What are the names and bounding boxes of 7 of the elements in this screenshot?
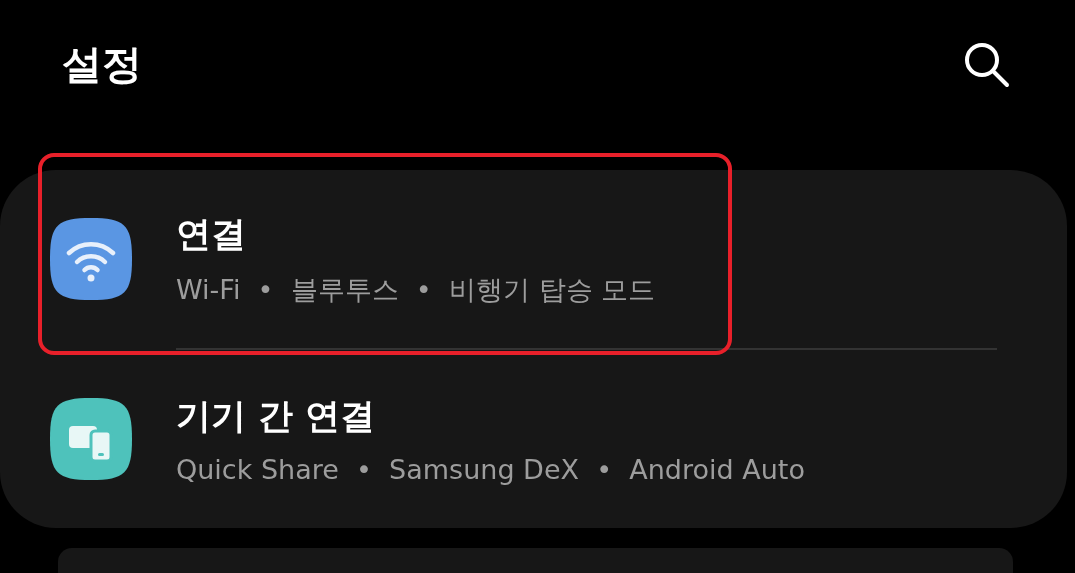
- item-title: 기기 간 연결: [176, 395, 377, 438]
- settings-item[interactable]: 연결 Wi-Fi • 블루투스 • 비행기 탑승 모드: [0, 170, 1067, 348]
- item-subtitle: Quick Share • Samsung DeX • Android Auto: [176, 454, 805, 485]
- item-title: 연결: [176, 212, 247, 256]
- settings-item[interactable]: 기기 간 연결 Quick Share • Samsung DeX • Android Auto: [0, 350, 1067, 528]
- item-subtitle: Wi-Fi • 블루투스 • 비행기 탑승 모드: [176, 272, 656, 307]
- page-title: 설정: [62, 39, 142, 89]
